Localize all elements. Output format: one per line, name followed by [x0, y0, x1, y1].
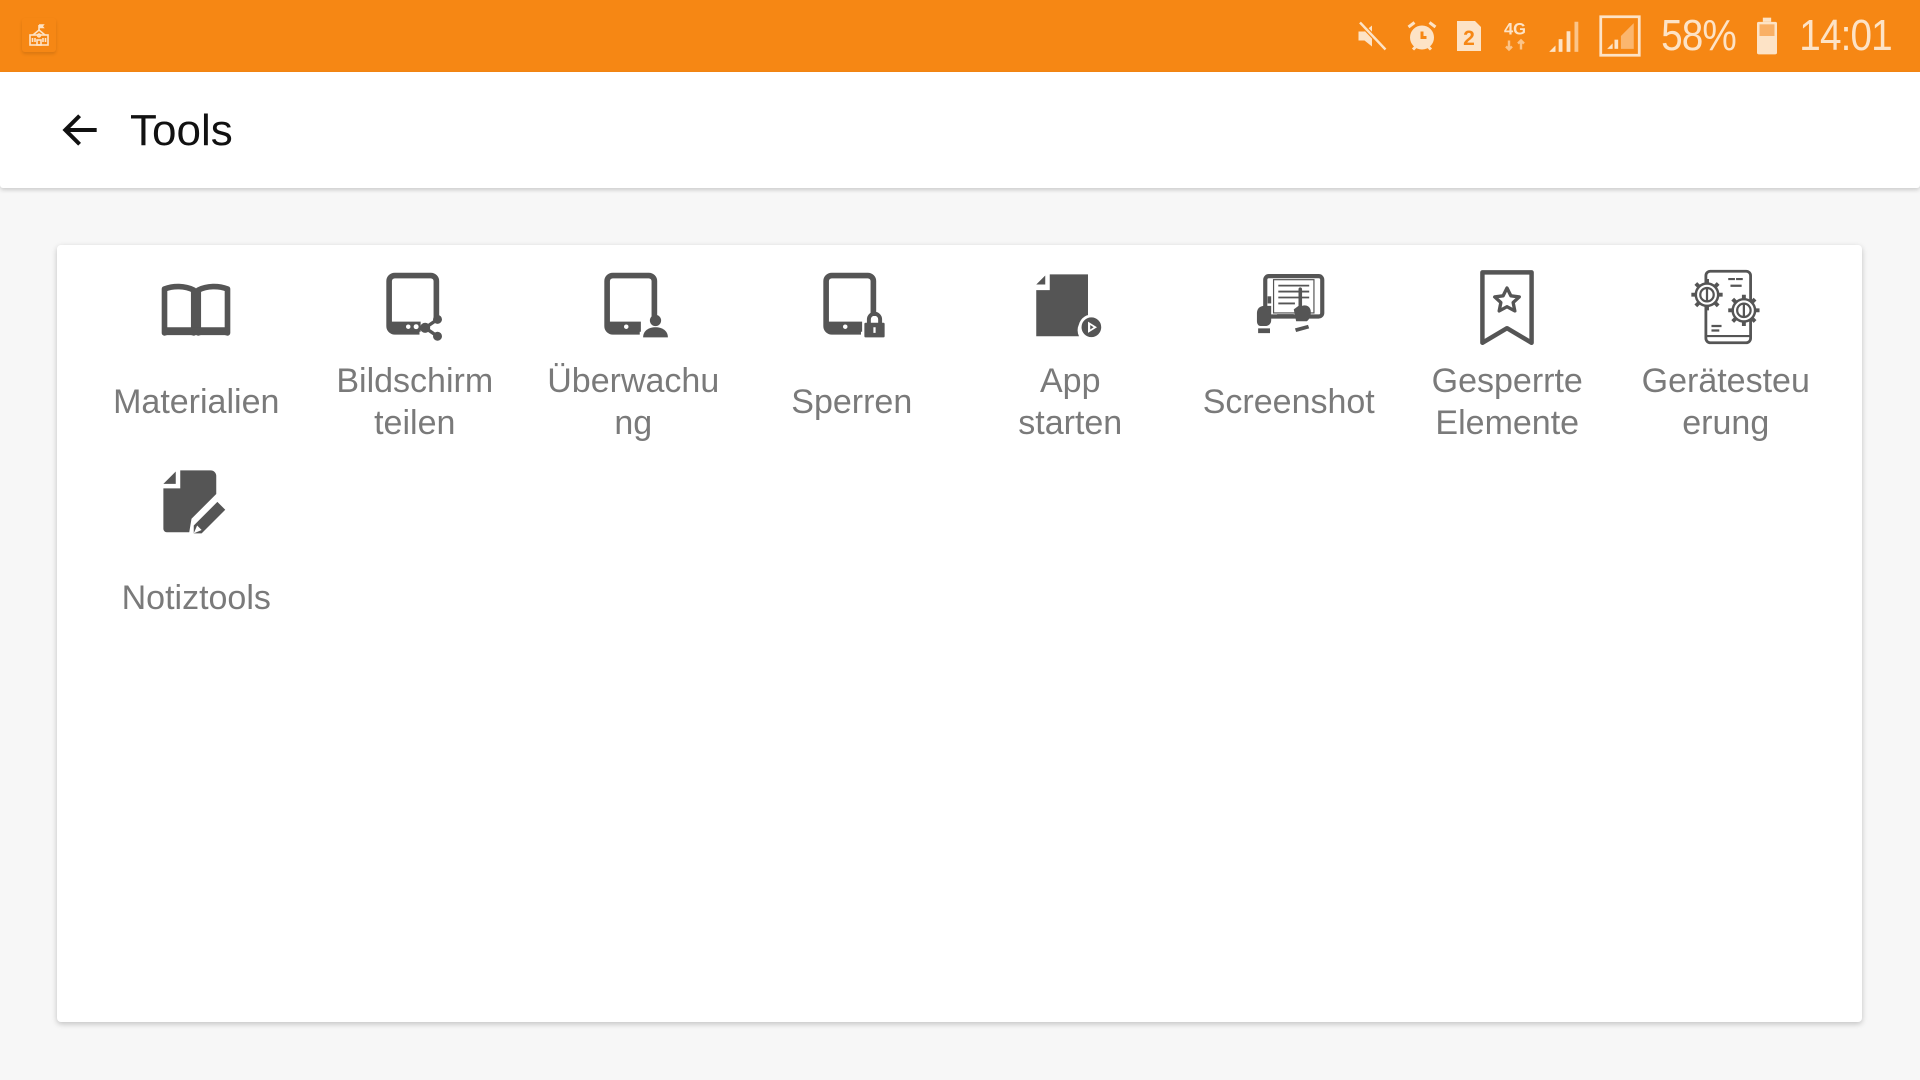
tool-notiztools[interactable]: Notiztools — [87, 463, 306, 659]
tool-sperren[interactable]: Sperren — [743, 267, 962, 463]
bookmark-star-icon — [1467, 267, 1547, 347]
tool-screenshot[interactable]: Screenshot — [1180, 267, 1399, 463]
4g-data-icon: 4G — [1498, 18, 1532, 54]
tool-label: Überwachu ng — [547, 362, 720, 442]
tool-ueberwachung[interactable]: Überwachu ng — [524, 267, 743, 463]
book-icon — [156, 267, 236, 347]
tool-gesperrte-elemente[interactable]: Gesperrte Elemente — [1398, 267, 1617, 463]
file-pencil-icon — [156, 463, 236, 543]
tools-grid: Materialien Bildschirm teilen Überwachu … — [87, 267, 1835, 659]
tablet-hands-icon — [1249, 267, 1329, 347]
tool-label: Gesperrte Elemente — [1431, 362, 1583, 442]
battery-icon — [1755, 16, 1779, 56]
tool-label: Screenshot — [1202, 383, 1375, 421]
sim-2-icon: 2 — [1454, 18, 1484, 54]
school-icon — [22, 18, 56, 52]
app-bar: Tools — [0, 72, 1920, 188]
svg-text:2: 2 — [1463, 27, 1475, 50]
tool-label: App starten — [1018, 362, 1123, 442]
tool-label: Gerätesteu erung — [1641, 362, 1810, 442]
tool-label: Bildschirm teilen — [336, 362, 494, 442]
file-play-icon — [1030, 267, 1110, 347]
arrow-left-icon — [62, 114, 97, 146]
battery-percent: 58% — [1660, 11, 1737, 60]
signal-sim2-icon — [1598, 14, 1642, 58]
tablet-lock-icon — [812, 267, 892, 347]
status-bar: 2 4G 58% 14:01 — [0, 0, 1920, 72]
tool-label: Materialien — [113, 383, 280, 421]
mute-icon — [1354, 18, 1390, 54]
tablet-user-icon — [593, 267, 673, 347]
tablet-share-icon — [375, 267, 455, 347]
alarm-icon — [1404, 18, 1440, 54]
tool-geraetesteuerung[interactable]: Gerätesteu erung — [1617, 267, 1836, 463]
phone-gears-icon — [1686, 267, 1766, 347]
status-icons: 2 4G 58% 14:01 — [1354, 0, 1898, 72]
tool-app-starten[interactable]: App starten — [961, 267, 1180, 463]
page-title: Tools — [130, 106, 233, 155]
signal-icon — [1546, 16, 1584, 56]
tool-label: Sperren — [791, 383, 913, 421]
tool-bildschirm-teilen[interactable]: Bildschirm teilen — [306, 267, 525, 463]
clock: 14:01 — [1799, 11, 1892, 60]
back-button[interactable] — [52, 102, 108, 158]
tool-materialien[interactable]: Materialien — [87, 267, 306, 463]
svg-text:4G: 4G — [1504, 21, 1526, 39]
tool-label: Notiztools — [121, 579, 271, 617]
tools-card: Materialien Bildschirm teilen Überwachu … — [57, 245, 1862, 1022]
